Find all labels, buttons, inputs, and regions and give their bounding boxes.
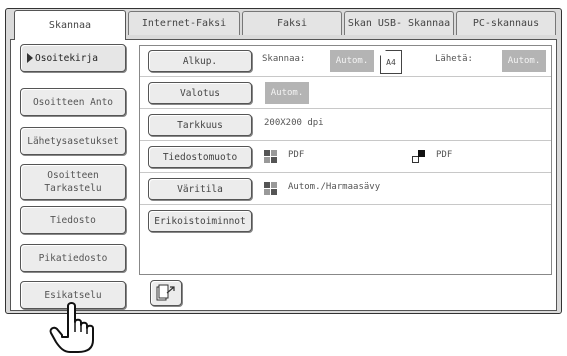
file-format-row: Tiedostomuoto PDF PDF bbox=[140, 142, 551, 173]
sidebar-item-lahetysasetukset[interactable]: Lähetysasetukset bbox=[20, 127, 126, 155]
pointing-hand-icon bbox=[49, 302, 94, 353]
color-mode-row: Väritila Autom./Harmaasävy bbox=[140, 174, 551, 205]
sidebar-item-label: Osoitekirja bbox=[35, 52, 98, 64]
mode-tabs: Skannaa Internet-Faksi Faksi Skan USB- S… bbox=[6, 9, 561, 40]
original-row: Alkup. Skannaa: Autom. A4 Lähetä: Autom. bbox=[140, 46, 551, 77]
sidebar-item-osoitekirja[interactable]: Osoitekirja bbox=[20, 44, 126, 72]
resolution-row: Tarkkuus 200X200 dpi bbox=[140, 110, 551, 141]
main-content: Osoitekirja Osoitteen Anto Lähetysasetuk… bbox=[10, 39, 557, 311]
color-mode-icon bbox=[264, 182, 277, 195]
file-format-button[interactable]: Tiedostomuoto bbox=[148, 146, 252, 168]
preview-scan-icon bbox=[156, 284, 175, 301]
original-button[interactable]: Alkup. bbox=[148, 50, 252, 72]
sidebar-item-osoitteen-anto[interactable]: Osoitteen Anto bbox=[20, 88, 126, 116]
sidebar-item-label: Pikatiedosto bbox=[38, 252, 108, 264]
exposure-button[interactable]: Valotus bbox=[148, 82, 252, 104]
exposure-value: Autom. bbox=[265, 82, 309, 104]
resolution-value: 200X200 dpi bbox=[264, 118, 324, 128]
paper-size-icon: A4 bbox=[380, 50, 402, 74]
tab-pc-skannaus[interactable]: PC-skannaus bbox=[456, 11, 556, 35]
settings-area: Alkup. Skannaa: Autom. A4 Lähetä: Autom.… bbox=[139, 45, 552, 275]
resolution-button[interactable]: Tarkkuus bbox=[148, 114, 252, 136]
send-label: Lähetä: bbox=[435, 54, 473, 64]
sidebar-item-label: Osoitteen Tarkastelu bbox=[44, 170, 102, 194]
selected-arrow-icon bbox=[27, 53, 33, 63]
bw-format-icon bbox=[412, 150, 425, 163]
special-row: Erikoistoiminnot bbox=[140, 206, 551, 236]
preview-button[interactable] bbox=[150, 280, 182, 306]
bw-format-value: PDF bbox=[436, 150, 453, 160]
sidebar-item-label: Osoitteen Anto bbox=[32, 96, 114, 108]
scanner-panel: Skannaa Internet-Faksi Faksi Skan USB- S… bbox=[5, 8, 562, 314]
sidebar-item-tiedosto[interactable]: Tiedosto bbox=[20, 206, 126, 234]
scan-label: Skannaa: bbox=[262, 54, 306, 64]
color-mode-button[interactable]: Väritila bbox=[148, 178, 252, 200]
sidebar-item-pikatiedosto[interactable]: Pikatiedosto bbox=[20, 244, 126, 272]
special-modes-button[interactable]: Erikoistoiminnot bbox=[148, 210, 252, 232]
tab-skan-usb[interactable]: Skan USB- Skannaa bbox=[344, 11, 454, 35]
exposure-row: Valotus Autom. bbox=[140, 78, 551, 109]
scan-value: Autom. bbox=[330, 50, 374, 72]
send-value: Autom. bbox=[502, 50, 546, 72]
tab-skannaa[interactable]: Skannaa bbox=[14, 10, 126, 40]
paper-size-label: A4 bbox=[386, 57, 396, 67]
color-mode-value: Autom./Harmaasävy bbox=[288, 182, 381, 192]
tab-internet-faksi[interactable]: Internet-Faksi bbox=[128, 11, 240, 35]
tab-faksi[interactable]: Faksi bbox=[242, 11, 342, 35]
sidebar-item-label: Tiedosto bbox=[50, 214, 96, 226]
color-grid-icon bbox=[264, 150, 277, 163]
color-format-value: PDF bbox=[288, 150, 305, 160]
sidebar-item-osoitteen-tarkastelu[interactable]: Osoitteen Tarkastelu bbox=[20, 164, 126, 200]
sidebar-item-label: Lähetysasetukset bbox=[27, 135, 119, 147]
